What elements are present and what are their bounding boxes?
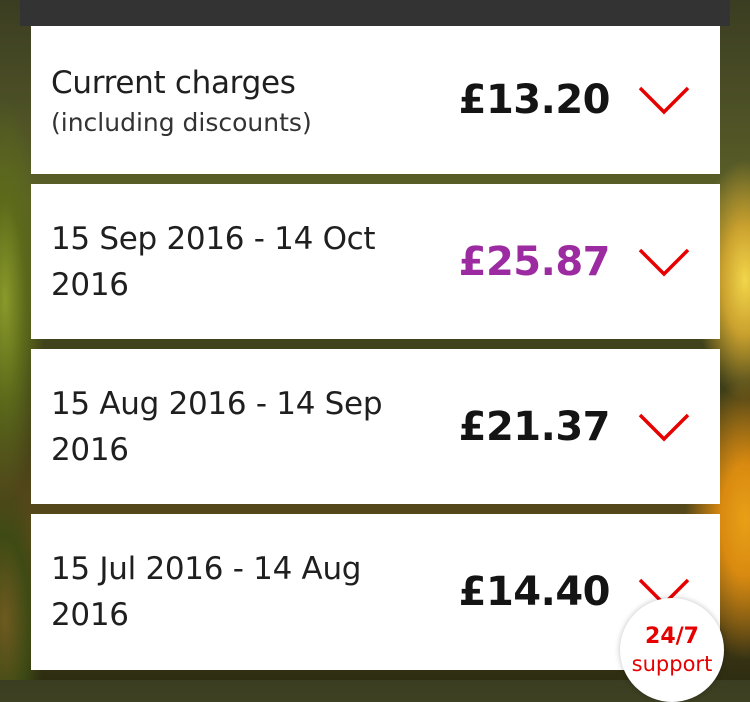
current-charges-sublabel: (including discounts) (51, 108, 312, 137)
bill-amount: £25.87 (458, 238, 611, 285)
chevron-down-icon[interactable] (638, 247, 690, 277)
chevron-down-icon[interactable] (638, 412, 690, 442)
bill-period-line1: 15 Aug 2016 - 14 Sep (51, 385, 383, 422)
bill-amount: £14.40 (458, 569, 611, 615)
bill-period: 15 Jul 2016 - 14 Aug 2016 (51, 514, 441, 670)
current-charges-amount: £13.20 (458, 77, 611, 123)
current-charges-label: Current charges (51, 65, 296, 101)
bill-period-line1: 15 Sep 2016 - 14 Oct (51, 220, 376, 257)
current-charges-row[interactable]: Current charges (including discounts) £1… (31, 26, 720, 174)
bill-row[interactable]: 15 Aug 2016 - 14 Sep 2016 £21.37 (31, 349, 720, 504)
chevron-down-icon[interactable] (638, 85, 690, 115)
bill-period-line2: 2016 (51, 597, 129, 633)
support-hours: 24/7 (645, 624, 699, 649)
header-bar (20, 0, 730, 26)
bill-period-line2: 2016 (51, 431, 129, 468)
bill-period: 15 Aug 2016 - 14 Sep 2016 (51, 349, 441, 504)
bill-row[interactable]: 15 Sep 2016 - 14 Oct 2016 £25.87 (31, 184, 720, 339)
bill-period-line1: 15 Jul 2016 - 14 Aug (51, 551, 362, 587)
support-label: support (631, 652, 713, 676)
bill-amount: £21.37 (458, 403, 611, 450)
bill-row[interactable]: 15 Jul 2016 - 14 Aug 2016 £14.40 (31, 514, 720, 670)
current-charges-text: Current charges (including discounts) (51, 26, 441, 174)
support-button[interactable]: 24/7 support (620, 598, 724, 702)
bill-period: 15 Sep 2016 - 14 Oct 2016 (51, 184, 441, 339)
bill-period-line2: 2016 (51, 266, 129, 303)
